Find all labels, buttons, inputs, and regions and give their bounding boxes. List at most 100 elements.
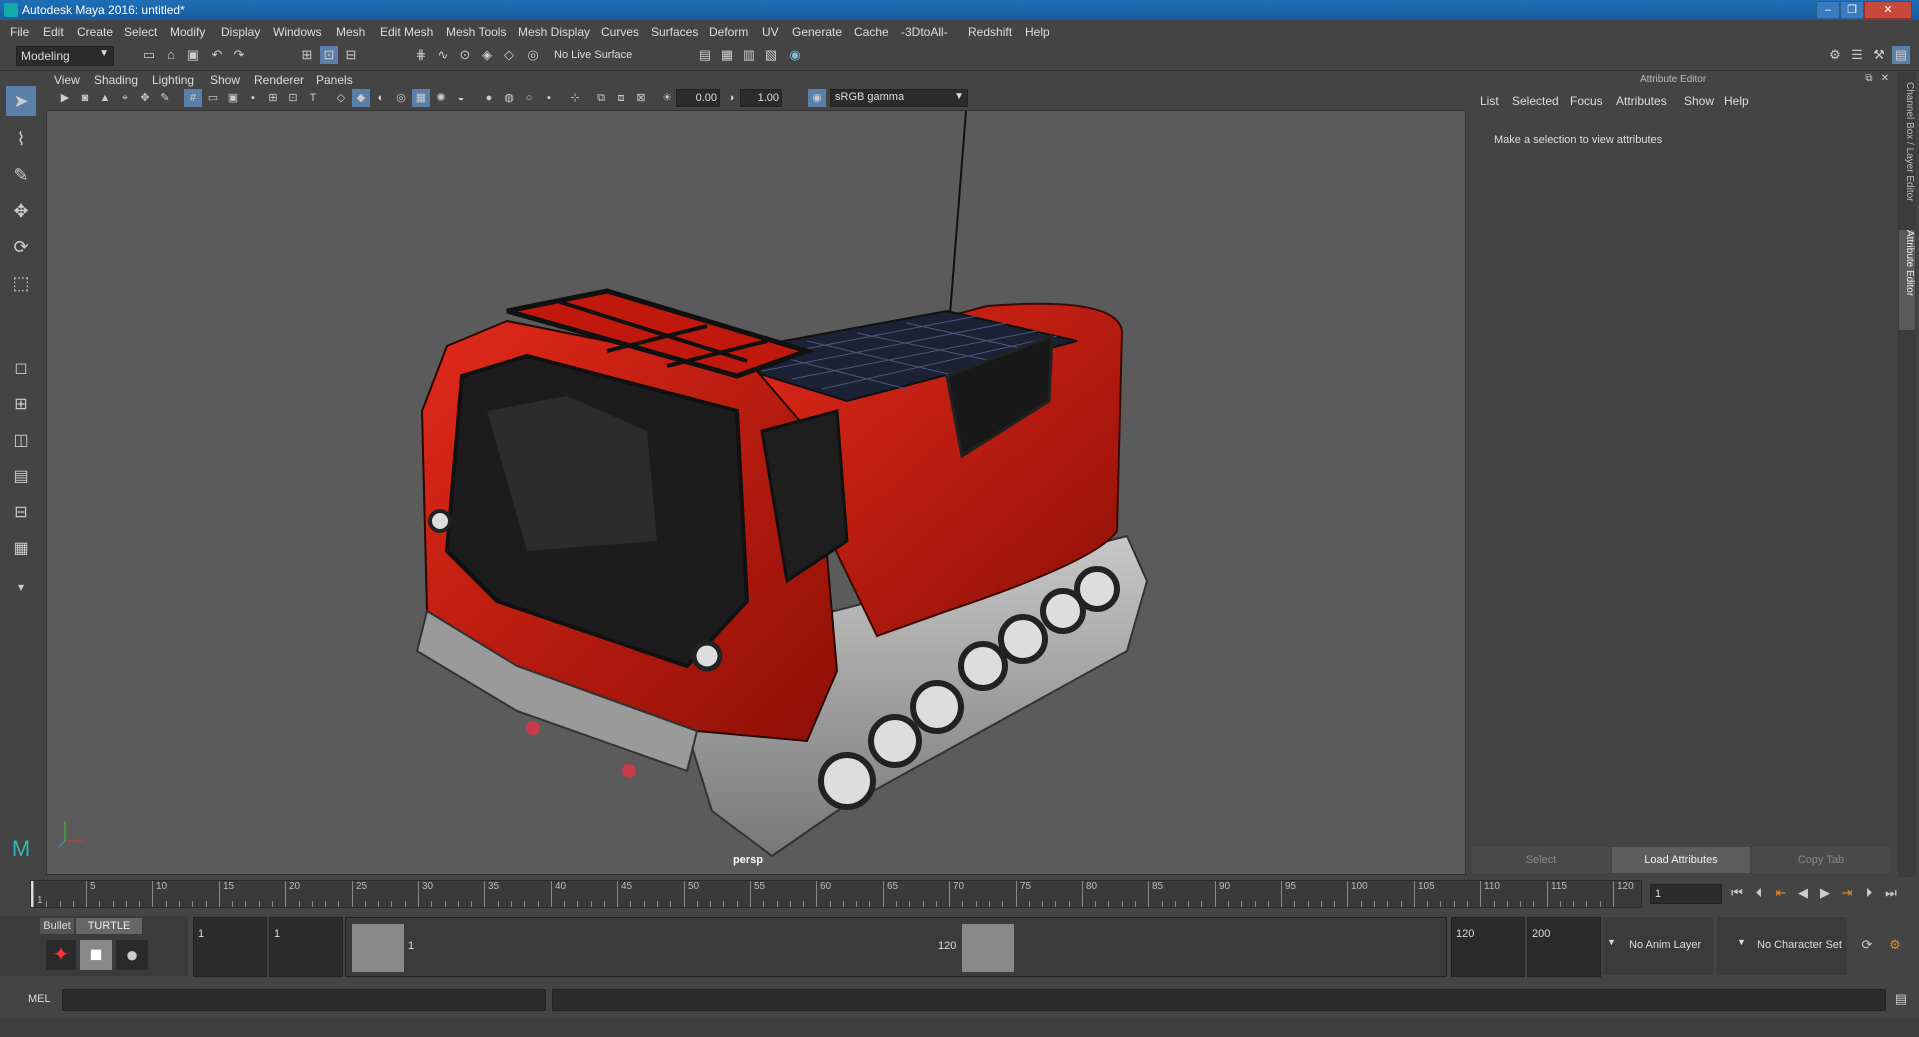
perspective-viewport[interactable]: persp [46,110,1466,875]
menu-mesh-display[interactable]: Mesh Display [518,25,590,39]
menu-windows[interactable]: Windows [273,25,322,39]
outliner-view-icon[interactable]: ▤ [6,462,36,492]
select-hierarchy-icon[interactable]: ⊞ [298,46,316,64]
motion-blur-icon[interactable]: ◍ [500,89,518,107]
vp-menu-panels[interactable]: Panels [316,73,353,87]
two-view-icon[interactable]: ◫ [6,426,36,456]
menu-uv[interactable]: UV [762,25,779,39]
more-layouts-icon[interactable]: ▾ [6,572,36,602]
color-management-icon[interactable]: ◉ [808,89,826,107]
image-plane-icon[interactable]: ⌖ [116,89,134,107]
go-to-end-icon[interactable]: ⏭ [1882,884,1900,902]
vp-menu-view[interactable]: View [54,73,80,87]
snap-point-icon[interactable]: ⊙ [456,46,474,64]
ae-select-button[interactable]: Select [1472,847,1610,873]
camera-attributes-icon[interactable]: ◙ [76,89,94,107]
step-back-icon[interactable]: ⏴ [1750,884,1768,902]
anti-aliasing-icon[interactable]: ○ [520,89,538,107]
grease-pencil-icon[interactable]: ✎ [156,89,174,107]
go-to-start-icon[interactable]: ⏮ [1728,884,1746,902]
playback-start-field[interactable]: 1 [269,917,343,977]
menu-edit[interactable]: Edit [43,25,64,39]
depth-of-field-icon[interactable]: ▪ [540,89,558,107]
ae-menu-focus[interactable]: Focus [1570,94,1603,108]
range-slider[interactable]: 1 120 [345,917,1447,977]
shelf-tab-turtle[interactable]: TURTLE [76,918,142,934]
menu-redshift[interactable]: Redshift [968,25,1012,39]
hypershade-view-icon[interactable]: ▦ [6,534,36,564]
ae-menu-help[interactable]: Help [1724,94,1749,108]
snap-grid-icon[interactable]: ⋕ [412,46,430,64]
save-scene-icon[interactable]: ▣ [184,46,202,64]
play-forward-icon[interactable]: ▶ [1816,884,1834,902]
smooth-shade-icon[interactable]: ◆ [352,89,370,107]
open-scene-icon[interactable]: ⌂ [162,46,180,64]
wireframe-on-shaded-icon[interactable]: ◐ [372,89,390,107]
menu-file[interactable]: File [10,25,29,39]
isolate-select-icon[interactable]: ⊹ [566,89,584,107]
snap-view-icon[interactable]: ◈ [478,46,496,64]
menu-deform[interactable]: Deform [709,25,748,39]
resolution-gate-icon[interactable]: ▣ [224,89,242,107]
render-current-icon[interactable]: ▦ [718,46,736,64]
script-editor-icon[interactable]: ▤ [1892,990,1910,1008]
film-gate-icon[interactable]: ▭ [204,89,222,107]
step-forward-icon[interactable]: ⏵ [1860,884,1878,902]
four-view-icon[interactable]: ⊞ [6,390,36,420]
render-view-icon[interactable]: ▧ [762,46,780,64]
tab-attribute-editor[interactable]: Attribute Editor [1899,230,1915,330]
ae-copy-tab-button[interactable]: Copy Tab [1752,847,1890,873]
vp-menu-renderer[interactable]: Renderer [254,73,304,87]
scale-tool-icon[interactable]: ⬚ [6,268,36,298]
menu-generate[interactable]: Generate [792,25,842,39]
vp-menu-lighting[interactable]: Lighting [152,73,194,87]
use-all-lights-icon[interactable]: ✺ [432,89,450,107]
current-time-indicator[interactable] [31,881,33,907]
select-object-icon[interactable]: ⊡ [320,46,338,64]
range-end-handle[interactable] [962,924,1014,972]
menu-help[interactable]: Help [1025,25,1050,39]
menu-curves[interactable]: Curves [601,25,639,39]
select-component-icon[interactable]: ⊟ [342,46,360,64]
exposure-icon[interactable]: ☀ [658,89,676,107]
bookmark-icon[interactable]: ▲ [96,89,114,107]
menu-mesh[interactable]: Mesh [336,25,365,39]
two-d-pan-icon[interactable]: ✥ [136,89,154,107]
modeling-toolkit-icon[interactable]: ⚙ [1826,46,1844,64]
safe-title-icon[interactable]: T [304,89,322,107]
snap-curve-icon[interactable]: ∿ [434,46,452,64]
range-start-handle[interactable] [352,924,404,972]
vp-menu-show[interactable]: Show [210,73,240,87]
command-input[interactable] [62,989,546,1011]
menu-3dtoall[interactable]: -3DtoAll- [901,25,948,39]
ae-menu-show[interactable]: Show [1684,94,1714,108]
xray-icon[interactable]: ⧉ [592,89,610,107]
channel-box-toggle-icon[interactable]: ▤ [1892,46,1910,64]
vp-menu-shading[interactable]: Shading [94,73,138,87]
menuset-dropdown[interactable]: Modeling ▼ [16,46,114,66]
snap-surface-icon[interactable]: ◇ [500,46,518,64]
menu-cache[interactable]: Cache [854,25,889,39]
script-language-label[interactable]: MEL [28,993,51,1005]
lasso-tool-icon[interactable]: ⌇ [6,124,36,154]
camera-select-icon[interactable]: ▶ [56,89,74,107]
close-panel-icon[interactable]: ✕ [1878,72,1892,86]
graph-view-icon[interactable]: ⊟ [6,498,36,528]
menu-edit-mesh[interactable]: Edit Mesh [380,25,433,39]
float-panel-icon[interactable]: ⧉ [1862,72,1876,86]
minimize-button[interactable]: – [1816,1,1840,19]
colorspace-dropdown[interactable]: sRGB gamma ▼ [830,89,968,107]
xray-active-icon[interactable]: ⧈ [612,89,630,107]
ae-menu-selected[interactable]: Selected [1512,94,1559,108]
gamma-icon[interactable]: ◑ [722,89,740,107]
play-back-icon[interactable]: ◀ [1794,884,1812,902]
shelf-tab-bullet[interactable]: Bullet [40,918,74,934]
prev-key-icon[interactable]: ⇤ [1772,884,1790,902]
animation-prefs-icon[interactable]: ⚙ [1886,936,1904,954]
turtle-sphere-icon[interactable]: ● [116,940,148,970]
exposure-field[interactable]: 0.00 [676,89,720,107]
time-slider[interactable]: 1 5 10 15 20 25 30 35 40 45 50 55 60 65 70 75 80 85 90 95 10… [30,880,1642,908]
move-tool-icon[interactable]: ✥ [6,196,36,226]
gate-mask-icon[interactable]: ▪ [244,89,262,107]
next-key-icon[interactable]: ⇥ [1838,884,1856,902]
